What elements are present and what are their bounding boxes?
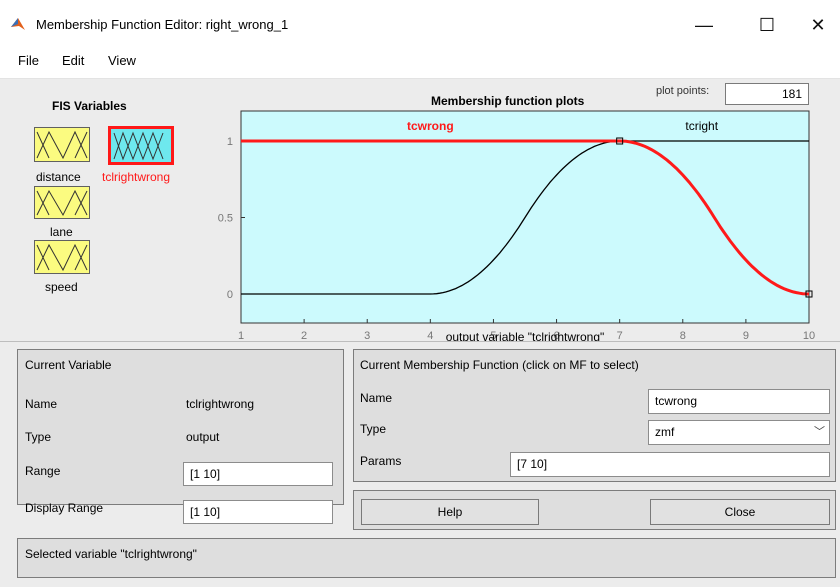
mf-name-input[interactable]: tcwrong — [648, 389, 830, 414]
variable-type-label: Type — [25, 430, 52, 444]
y-tick-label: 1 — [227, 136, 233, 148]
current-mf-header: Current Membership Function (click on MF… — [360, 358, 639, 372]
range-label: Range — [25, 464, 61, 478]
mf-name-label: Name — [360, 391, 393, 405]
x-tick-label: 10 — [803, 330, 815, 341]
mf-type-value: zmf — [655, 425, 675, 439]
close-button[interactable]: Close — [650, 499, 830, 525]
x-tick-label: 4 — [427, 330, 433, 341]
variable-name-value: tclrightwrong — [186, 397, 255, 411]
x-tick-label: 7 — [617, 330, 623, 341]
x-tick-label: 9 — [743, 330, 749, 341]
mf-label-tcright: tcright — [685, 119, 718, 133]
variable-name-label: Name — [25, 397, 58, 411]
y-tick-label: 0 — [227, 289, 233, 301]
x-tick-label: 1 — [238, 330, 244, 341]
current-variable-header: Current Variable — [25, 358, 112, 372]
chevron-down-icon: ﹀ — [814, 426, 825, 438]
x-tick-label: 3 — [364, 330, 370, 341]
x-axis-label: output variable "tclrightwrong" — [446, 330, 605, 341]
y-tick-label: 0.5 — [218, 213, 233, 225]
status-text: Selected variable "tclrightwrong" — [25, 547, 197, 561]
display-range-input[interactable]: [1 10] — [183, 500, 333, 524]
mf-type-select[interactable]: zmf ﹀ — [648, 420, 830, 445]
mf-params-input[interactable]: [7 10] — [510, 452, 830, 477]
display-range-label: Display Range — [25, 501, 104, 515]
mf-type-label: Type — [360, 422, 387, 436]
membership-function-plot[interactable]: 1 2 3 4 5 6 7 8 9 1000.51 tcwrong tcright output v… — [0, 0, 840, 341]
x-tick-label: 2 — [301, 330, 307, 341]
variable-type-value: output — [186, 430, 220, 444]
x-tick-label: 8 — [680, 330, 686, 341]
help-button[interactable]: Help — [361, 499, 539, 525]
mf-params-label: Params — [360, 454, 402, 468]
range-input[interactable]: [1 10] — [183, 462, 333, 486]
mf-label-tcwrong: tcwrong — [407, 119, 454, 133]
